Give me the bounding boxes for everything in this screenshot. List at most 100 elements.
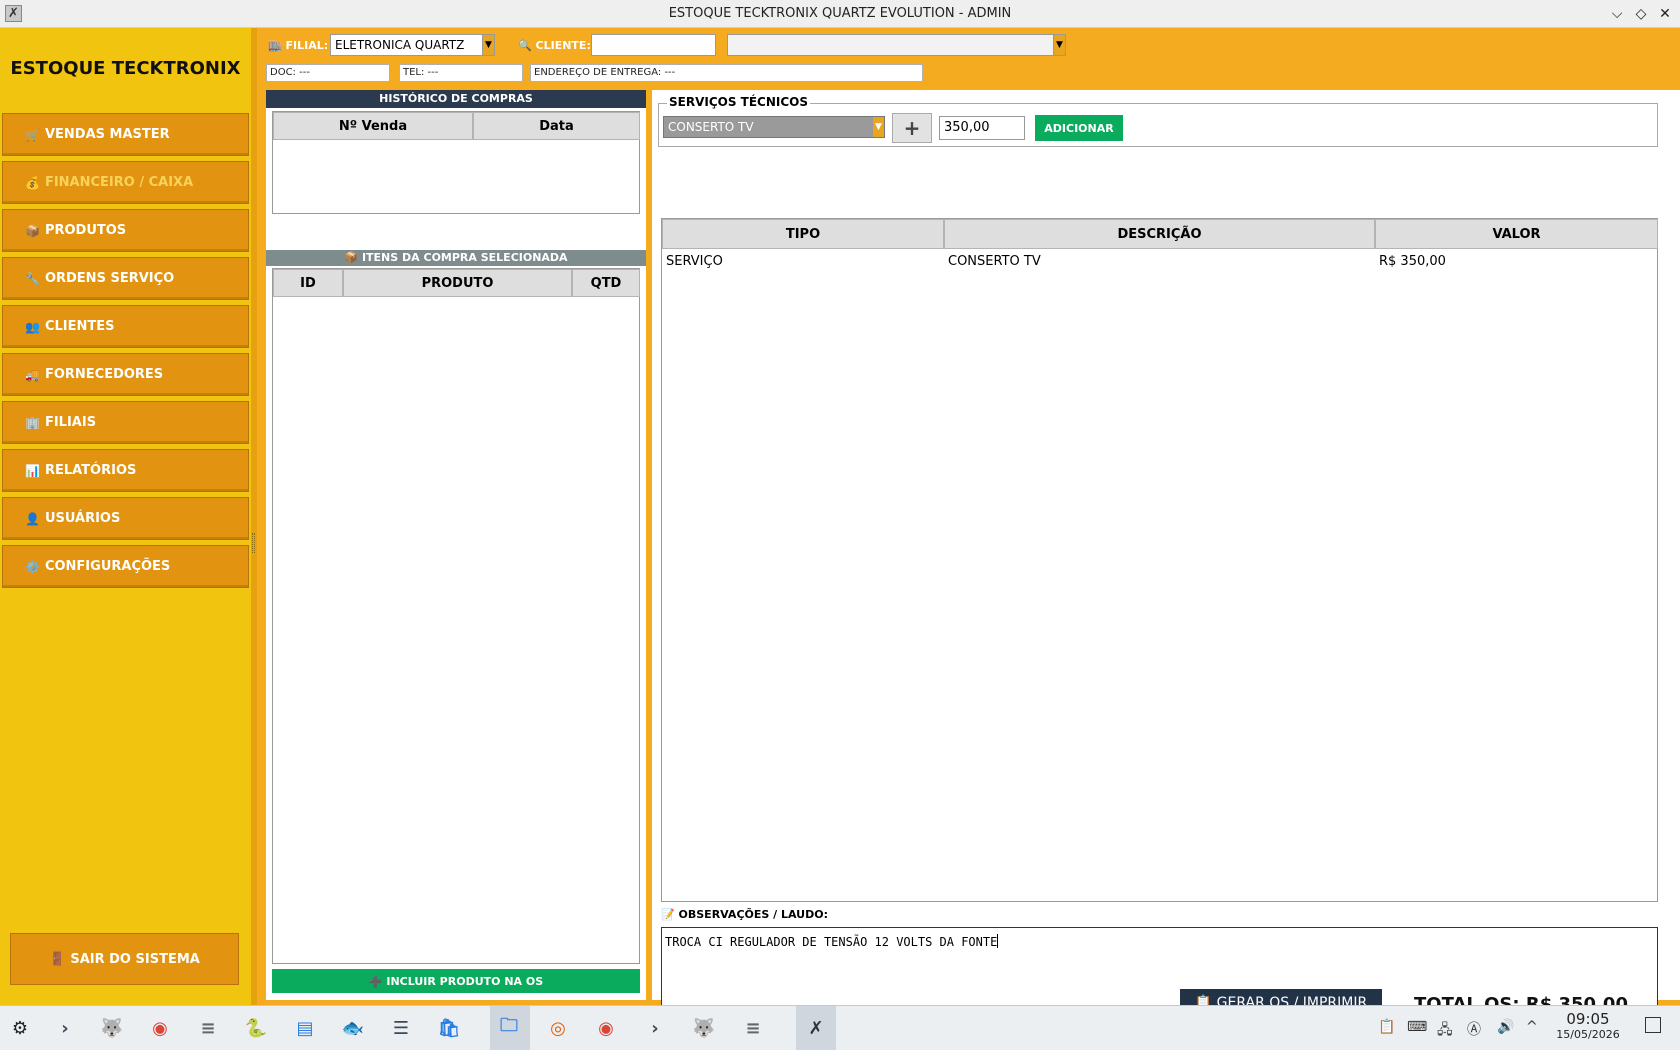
nav-usuarios-button[interactable]: 👤 USUÁRIOS	[2, 497, 249, 540]
fish-icon[interactable]: 🐟	[337, 1012, 369, 1044]
plus-button[interactable]: +	[892, 113, 932, 143]
document-icon[interactable]: ▤	[289, 1012, 321, 1044]
observations-label: 📝 OBSERVAÇÕES / LAUDO:	[661, 908, 828, 921]
services-title: SERVIÇOS TÉCNICOS	[667, 95, 811, 109]
cart-icon: 🛒	[25, 127, 40, 142]
clipboard-icon[interactable]: 📋	[1378, 1019, 1395, 1035]
filial-value: ELETRONICA QUARTZ	[335, 38, 465, 52]
clock[interactable]: 09:05 15/05/2026	[1548, 1010, 1628, 1041]
sidebar: ESTOQUE TECKTRONIX 🛒 VENDAS MASTER 💰 FIN…	[0, 28, 251, 1005]
left-panel: HISTÓRICO DE COMPRAS Nº Venda Data 📦 ITE…	[266, 90, 646, 1000]
text-editor-icon-2[interactable]: ≡	[737, 1012, 769, 1044]
settings-icon[interactable]: ☰	[385, 1012, 417, 1044]
chevron-down-icon[interactable]: ▼	[482, 35, 494, 55]
bar-chart-icon: 📊	[25, 463, 40, 478]
window-title: ESTOQUE TECKTRONIX QUARTZ EVOLUTION - AD…	[668, 6, 1012, 21]
terminal-icon[interactable]: ›	[49, 1012, 81, 1044]
terminal-icon-2[interactable]: ›	[639, 1012, 671, 1044]
door-icon: 🚪	[49, 951, 66, 967]
add-service-button[interactable]: ADICIONAR	[1035, 115, 1123, 141]
nav-vendas-master-button[interactable]: 🛒 VENDAS MASTER	[2, 113, 249, 156]
service-select[interactable]: CONSERTO TV ▼	[663, 116, 885, 138]
column-header-valor[interactable]: VALOR	[1375, 219, 1658, 249]
files-icon[interactable]: 🗀	[493, 1012, 525, 1044]
firefox-icon[interactable]: ◎	[542, 1012, 574, 1044]
gimp-icon-2[interactable]: 🐺	[688, 1012, 720, 1044]
gimp-icon[interactable]: 🐺	[96, 1012, 128, 1044]
add-product-button[interactable]: ➕ INCLUIR PRODUTO NA OS	[272, 969, 640, 993]
filial-select[interactable]: ELETRONICA QUARTZ ▼	[330, 34, 495, 56]
nav-ordens-servico-button[interactable]: 🔧 ORDENS SERVIÇO	[2, 257, 249, 300]
accessibility-icon[interactable]: Ⓐ	[1467, 1019, 1481, 1039]
app-menu-icon[interactable]: ⚙	[4, 1012, 36, 1044]
nav-financeiro-button[interactable]: 💰 FINANCEIRO / CAIXA	[2, 161, 249, 204]
chrome-icon[interactable]: ◉	[144, 1012, 176, 1044]
building-icon: 🏢	[25, 415, 40, 430]
nav-label: FORNECEDORES	[44, 367, 164, 382]
nav-label: USUÁRIOS	[44, 511, 121, 526]
maximize-icon[interactable]: ◇	[1631, 4, 1651, 24]
splitter-grip[interactable]	[252, 533, 255, 553]
column-header-tipo[interactable]: TIPO	[662, 219, 944, 249]
volume-icon[interactable]: 🔊	[1497, 1019, 1514, 1035]
title-bar: ✗ ESTOQUE TECKTRONIX QUARTZ EVOLUTION - …	[0, 0, 1680, 28]
cliente-label: 🔍 CLIENTE:	[518, 39, 591, 52]
endereco-field: ENDEREÇO DE ENTREGA: ---	[530, 64, 923, 82]
store-icon[interactable]: 🛍	[433, 1012, 465, 1044]
nav-fornecedores-button[interactable]: 🚚 FORNECEDORES	[2, 353, 249, 396]
right-panel: SERVIÇOS TÉCNICOS CONSERTO TV ▼ + 350,00…	[652, 90, 1680, 1017]
clock-time: 09:05	[1566, 1010, 1610, 1028]
nav-produtos-button[interactable]: 📦 PRODUTOS	[2, 209, 249, 252]
exit-label: SAIR DO SISTEMA	[70, 951, 200, 967]
brand-title: ESTOQUE TECKTRONIX	[10, 58, 241, 79]
user-icon: 👤	[25, 511, 40, 526]
gear-icon: ⚙️	[25, 559, 40, 574]
table-row-tipo[interactable]: SERVIÇO	[666, 254, 723, 269]
nav-filiais-button[interactable]: 🏢 FILIAIS	[2, 401, 249, 444]
cliente-select[interactable]: ▼	[727, 34, 1066, 56]
python-icon[interactable]: 🐍	[240, 1012, 272, 1044]
column-header-qtd[interactable]: QTD	[572, 269, 640, 297]
column-header-nvenda[interactable]: Nº Venda	[273, 112, 473, 140]
observations-text: TROCA CI REGULADOR DE TENSÃO 12 VOLTS DA…	[665, 935, 998, 949]
nav-label: FILIAIS	[44, 415, 97, 430]
table-row-valor[interactable]: R$ 350,00	[1379, 254, 1446, 269]
nav-clientes-button[interactable]: 👥 CLIENTES	[2, 305, 249, 348]
keyboard-icon[interactable]: ⌨	[1407, 1019, 1427, 1035]
nav-configuracoes-button[interactable]: ⚙️ CONFIGURAÇÕES	[2, 545, 249, 588]
chevron-down-icon[interactable]: ▼	[872, 117, 884, 137]
x-app-icon[interactable]: ✗	[800, 1012, 832, 1044]
chrome-icon-2[interactable]: ◉	[590, 1012, 622, 1044]
cliente-search-input[interactable]	[591, 34, 716, 56]
column-header-produto[interactable]: PRODUTO	[343, 269, 572, 297]
services-table[interactable]: TIPO DESCRIÇÃO VALOR SERVIÇO CONSERTO TV…	[661, 218, 1658, 902]
close-icon[interactable]: ✕	[1655, 4, 1675, 24]
column-header-id[interactable]: ID	[273, 269, 343, 297]
minimize-icon[interactable]: ⌵	[1607, 4, 1627, 24]
nav-label: VENDAS MASTER	[44, 127, 170, 142]
nav-label: RELATÓRIOS	[44, 463, 137, 478]
chevron-up-icon[interactable]: ^	[1526, 1019, 1538, 1035]
service-value-input[interactable]: 350,00	[939, 116, 1025, 140]
nav-relatorios-button[interactable]: 📊 RELATÓRIOS	[2, 449, 249, 492]
network-icon[interactable]: 🖧	[1437, 1019, 1453, 1043]
main-area: 🏬 FILIAL: ELETRONICA QUARTZ ▼ 🔍 CLIENTE:…	[257, 28, 1680, 1017]
items-table[interactable]: ID PRODUTO QTD	[272, 268, 640, 964]
text-editor-icon[interactable]: ≡	[192, 1012, 224, 1044]
tel-field: TEL: ---	[399, 64, 523, 82]
text-caret	[997, 934, 999, 948]
truck-icon: 🚚	[25, 367, 40, 382]
exit-button[interactable]: 🚪 SAIR DO SISTEMA	[10, 933, 239, 985]
filial-label: 🏬 FILIAL:	[268, 39, 329, 52]
chevron-down-icon[interactable]: ▼	[1053, 35, 1065, 55]
table-row-descricao[interactable]: CONSERTO TV	[948, 254, 1041, 269]
column-header-data[interactable]: Data	[473, 112, 640, 140]
nav-label: ORDENS SERVIÇO	[44, 271, 175, 286]
clock-date: 15/05/2026	[1556, 1028, 1620, 1041]
nav-label: PRODUTOS	[44, 223, 127, 238]
column-header-descricao[interactable]: DESCRIÇÃO	[944, 219, 1375, 249]
service-value: CONSERTO TV	[668, 120, 754, 134]
show-desktop-icon[interactable]	[1645, 1017, 1661, 1033]
package-icon: 📦	[25, 223, 40, 238]
history-table[interactable]: Nº Venda Data	[272, 111, 640, 214]
